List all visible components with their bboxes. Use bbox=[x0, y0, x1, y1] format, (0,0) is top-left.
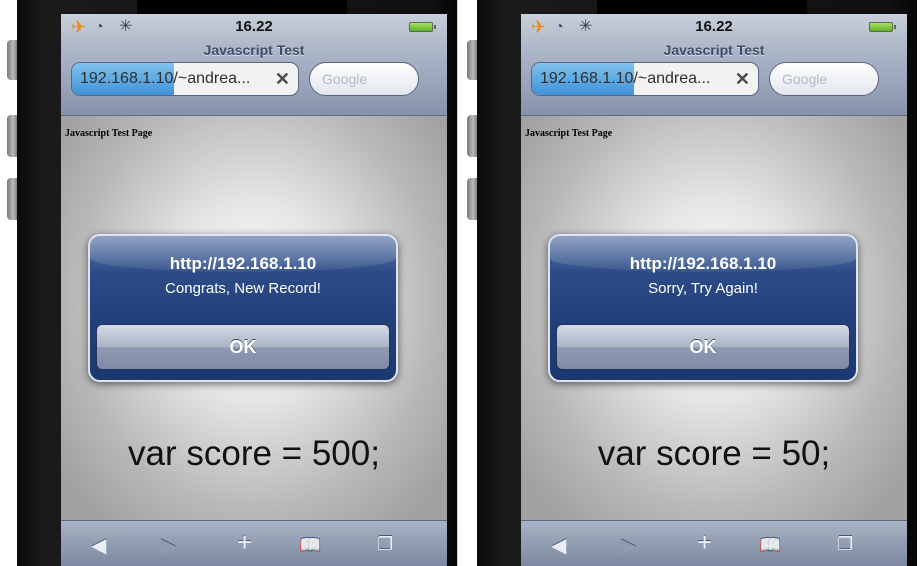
browser-toolbar: ◀ ▶ + 📖 ❐ bbox=[521, 520, 907, 566]
alert-message: Congrats, New Record! bbox=[165, 280, 321, 297]
browser-title: Javascript Test bbox=[663, 42, 765, 58]
pages-icon[interactable]: ❐ bbox=[377, 534, 393, 555]
divider bbox=[457, 0, 458, 566]
status-bar: ✈ ◔ ✳ 16.22 bbox=[61, 14, 447, 40]
battery-icon bbox=[869, 22, 896, 32]
browser-navbar: Javascript Test 192.168.1.10/~andrea... … bbox=[61, 40, 447, 116]
alert-title: http://192.168.1.10 bbox=[169, 254, 317, 273]
bookmarks-book-icon[interactable]: 📖 bbox=[759, 535, 781, 556]
alert-ok-button[interactable]: OK bbox=[96, 324, 390, 370]
alert-title: http://192.168.1.10 bbox=[629, 254, 777, 273]
page-heading: Javascript Test Page bbox=[525, 128, 613, 139]
forward-arrow-icon[interactable]: ▶ bbox=[161, 533, 176, 558]
search-field[interactable]: Google bbox=[769, 62, 879, 96]
back-arrow-icon[interactable]: ◀ bbox=[551, 533, 566, 558]
phone-bezel: ✈ ◔ ✳ 16.22 Javascript Test 192.168.1.10… bbox=[17, 0, 457, 566]
browser-toolbar: ◀ ▶ + 📖 ❐ bbox=[61, 520, 447, 566]
clear-x-icon[interactable]: ✕ bbox=[275, 69, 290, 90]
status-bar: ✈ ◔ ✳ 16.22 bbox=[521, 14, 907, 40]
phone-screen: ✈ ◔ ✳ 16.22 Javascript Test 192.168.1.10… bbox=[521, 14, 907, 566]
search-placeholder: Google bbox=[782, 71, 828, 87]
forward-arrow-icon[interactable]: ▶ bbox=[621, 533, 636, 558]
phone-left: ✈ ◔ ✳ 16.22 Javascript Test 192.168.1.10… bbox=[7, 0, 457, 566]
alert-dialog: http://192.168.1.10 Congrats, New Record… bbox=[88, 234, 398, 382]
plus-icon[interactable]: + bbox=[697, 527, 712, 558]
code-caption: var score = 500; bbox=[128, 434, 380, 473]
plus-icon[interactable]: + bbox=[237, 527, 252, 558]
alert-dialog: http://192.168.1.10 Sorry, Try Again! OK bbox=[548, 234, 858, 382]
back-arrow-icon[interactable]: ◀ bbox=[91, 533, 106, 558]
clear-x-icon[interactable]: ✕ bbox=[735, 69, 750, 90]
phone-screen: ✈ ◔ ✳ 16.22 Javascript Test 192.168.1.10… bbox=[61, 14, 447, 566]
search-placeholder: Google bbox=[322, 71, 368, 87]
browser-navbar: Javascript Test 192.168.1.10/~andrea... … bbox=[521, 40, 907, 116]
code-caption: var score = 50; bbox=[597, 434, 831, 473]
phone-right: ✈ ◔ ✳ 16.22 Javascript Test 192.168.1.10… bbox=[467, 0, 917, 566]
url-text: 192.168.1.10/~andrea... bbox=[540, 70, 711, 87]
url-field[interactable]: 192.168.1.10/~andrea... ✕ bbox=[71, 62, 299, 96]
battery-icon bbox=[409, 22, 436, 32]
phone-bezel: ✈ ◔ ✳ 16.22 Javascript Test 192.168.1.10… bbox=[477, 0, 917, 566]
alert-message: Sorry, Try Again! bbox=[648, 280, 758, 297]
browser-title: Javascript Test bbox=[203, 42, 305, 58]
pages-icon[interactable]: ❐ bbox=[837, 534, 853, 555]
page-heading: Javascript Test Page bbox=[65, 128, 153, 139]
url-field[interactable]: 192.168.1.10/~andrea... ✕ bbox=[531, 62, 759, 96]
search-field[interactable]: Google bbox=[309, 62, 419, 96]
status-time: 16.22 bbox=[695, 18, 733, 35]
alert-ok-button[interactable]: OK bbox=[556, 324, 850, 370]
status-time: 16.22 bbox=[235, 18, 273, 35]
bookmarks-book-icon[interactable]: 📖 bbox=[299, 535, 321, 556]
url-text: 192.168.1.10/~andrea... bbox=[80, 70, 251, 87]
